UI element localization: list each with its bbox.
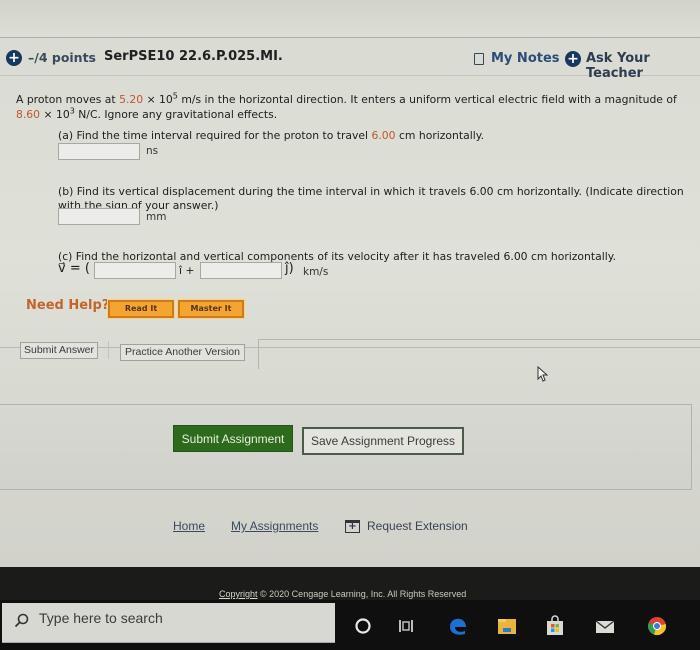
- part-c-j-component-input[interactable]: [200, 262, 282, 279]
- browser-top-area: [0, 0, 700, 38]
- part-b-prompt: (b) Find its vertical displacement durin…: [58, 185, 684, 212]
- microsoft-store-icon[interactable]: [544, 615, 566, 637]
- divider: [108, 341, 109, 359]
- points-label: –/4 points: [28, 50, 96, 65]
- master-it-button[interactable]: Master It: [177, 299, 245, 319]
- ask-teacher-link[interactable]: Ask Your Teacher: [586, 51, 700, 81]
- need-help-label: Need Help?: [26, 298, 110, 313]
- calendar-plus-icon[interactable]: +: [345, 520, 360, 533]
- expand-plus-icon[interactable]: +: [6, 50, 22, 66]
- edge-browser-icon[interactable]: [447, 615, 469, 637]
- i-hat-label: î +: [179, 264, 195, 277]
- part-a-unit: ns: [146, 145, 159, 157]
- part-b-answer-input[interactable]: [58, 208, 140, 225]
- save-assignment-progress-button[interactable]: Save Assignment Progress: [302, 427, 464, 455]
- submit-answer-button[interactable]: Submit Answer: [20, 342, 98, 359]
- question-header: + –/4 points SerPSE10 22.6.P.025.MI. My …: [0, 46, 700, 81]
- home-link[interactable]: Home: [173, 519, 205, 533]
- j-hat-label: ĵ): [285, 261, 294, 276]
- mail-icon[interactable]: [594, 615, 616, 637]
- my-notes-link[interactable]: My Notes: [491, 51, 560, 66]
- search-placeholder[interactable]: Type here to search: [39, 610, 163, 626]
- part-b-unit: mm: [146, 211, 167, 223]
- chrome-icon[interactable]: [646, 615, 668, 637]
- question-id: SerPSE10 22.6.P.025.MI.: [104, 49, 283, 64]
- task-view-icon[interactable]: [395, 615, 417, 637]
- copyright-link[interactable]: Copyright: [219, 589, 258, 599]
- problem-statement: A proton moves at 5.20 × 105 m/s in the …: [16, 91, 677, 121]
- search-icon: [14, 613, 29, 628]
- submit-assignment-button[interactable]: Submit Assignment: [173, 425, 293, 452]
- velocity-vector-label: v⃗ = (: [58, 261, 90, 276]
- request-extension-link[interactable]: Request Extension: [367, 519, 468, 533]
- speed-value: 5.20: [119, 93, 144, 106]
- copyright-text: Copyright © 2020 Cengage Learning, Inc. …: [219, 589, 467, 599]
- distance-value: 6.00: [371, 129, 396, 142]
- part-a-prompt: (a) Find the time interval required for …: [58, 129, 484, 142]
- read-it-button[interactable]: Read It: [107, 299, 175, 319]
- panel-border: [258, 339, 700, 369]
- cortana-icon[interactable]: [352, 615, 374, 637]
- field-value: 8.60: [16, 108, 41, 121]
- part-a-answer-input[interactable]: [58, 143, 140, 160]
- ask-teacher-plus-icon[interactable]: +: [565, 51, 581, 67]
- file-explorer-icon[interactable]: [496, 615, 518, 637]
- part-c-i-component-input[interactable]: [94, 262, 176, 279]
- practice-another-version-button[interactable]: Practice Another Version: [120, 344, 245, 361]
- part-c-unit: km/s: [303, 266, 329, 278]
- mouse-cursor-icon: [537, 366, 549, 382]
- note-icon: [474, 53, 484, 65]
- my-assignments-link[interactable]: My Assignments: [231, 519, 318, 533]
